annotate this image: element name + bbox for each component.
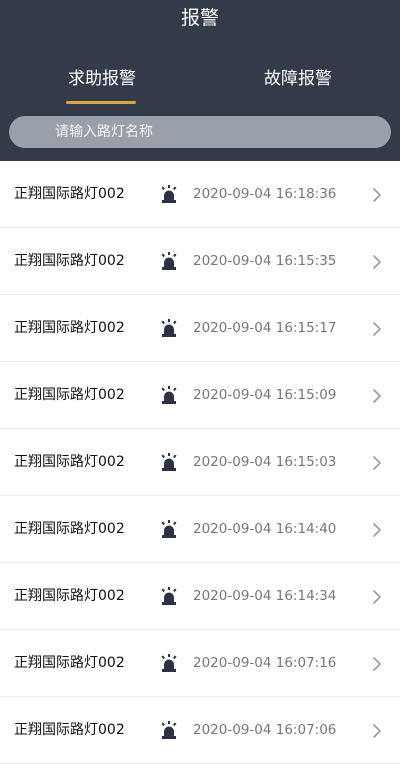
chevron-right-icon bbox=[373, 590, 381, 604]
list-item[interactable]: 正翔国际路灯002 2020-09-04 16:14:34 bbox=[0, 563, 400, 630]
page-title: 报警 bbox=[180, 7, 219, 29]
tab-help-alarm[interactable]: 求助报警 bbox=[50, 64, 154, 94]
search-box[interactable] bbox=[9, 116, 391, 148]
active-tab-indicator bbox=[66, 101, 136, 104]
alarm-list: 正翔国际路灯002 2020-09-04 16:18:36 正翔国际路灯002 … bbox=[0, 161, 400, 764]
alarm-time: 2020-09-04 16:15:03 bbox=[193, 454, 337, 470]
list-item[interactable]: 正翔国际路灯002 2020-09-04 16:18:36 bbox=[0, 161, 400, 228]
alarm-time: 2020-09-04 16:15:35 bbox=[193, 253, 337, 269]
chevron-right-icon bbox=[373, 322, 381, 336]
chevron-right-icon bbox=[373, 255, 381, 269]
list-item[interactable]: 正翔国际路灯002 2020-09-04 16:15:09 bbox=[0, 362, 400, 429]
streetlight-name: 正翔国际路灯002 bbox=[14, 521, 125, 537]
alarm-siren-icon bbox=[161, 185, 177, 203]
list-item[interactable]: 正翔国际路灯002 2020-09-04 16:14:40 bbox=[0, 496, 400, 563]
chevron-right-icon bbox=[373, 657, 381, 671]
list-item[interactable]: 正翔国际路灯002 2020-09-04 16:07:16 bbox=[0, 630, 400, 697]
streetlight-name: 正翔国际路灯002 bbox=[14, 722, 125, 738]
list-item[interactable]: 正翔国际路灯002 2020-09-04 16:15:03 bbox=[0, 429, 400, 496]
alarm-time: 2020-09-04 16:07:16 bbox=[193, 655, 337, 671]
chevron-right-icon bbox=[373, 523, 381, 537]
list-item[interactable]: 正翔国际路灯002 2020-09-04 16:15:17 bbox=[0, 295, 400, 362]
streetlight-name: 正翔国际路灯002 bbox=[14, 387, 125, 403]
streetlight-name: 正翔国际路灯002 bbox=[14, 655, 125, 671]
streetlight-name: 正翔国际路灯002 bbox=[14, 454, 125, 470]
streetlight-name: 正翔国际路灯002 bbox=[14, 186, 125, 202]
list-item[interactable]: 正翔国际路灯002 2020-09-04 16:07:06 bbox=[0, 697, 400, 764]
chevron-right-icon bbox=[373, 188, 381, 202]
alarm-time: 2020-09-04 16:07:06 bbox=[193, 722, 337, 738]
chevron-right-icon bbox=[373, 456, 381, 470]
streetlight-name: 正翔国际路灯002 bbox=[14, 588, 125, 604]
tab-fault-alarm[interactable]: 故障报警 bbox=[246, 64, 350, 94]
alarm-siren-icon bbox=[161, 453, 177, 471]
alarm-siren-icon bbox=[161, 520, 177, 538]
search-input[interactable] bbox=[55, 116, 375, 148]
chevron-right-icon bbox=[373, 724, 381, 738]
alarm-siren-icon bbox=[161, 654, 177, 672]
alarm-time: 2020-09-04 16:15:17 bbox=[193, 320, 337, 336]
alarm-siren-icon bbox=[161, 721, 177, 739]
alarm-time: 2020-09-04 16:14:40 bbox=[193, 521, 337, 537]
alarm-siren-icon bbox=[161, 587, 177, 605]
alarm-time: 2020-09-04 16:18:36 bbox=[193, 186, 337, 202]
chevron-right-icon bbox=[373, 389, 381, 403]
streetlight-name: 正翔国际路灯002 bbox=[14, 253, 125, 269]
list-item[interactable]: 正翔国际路灯002 2020-09-04 16:15:35 bbox=[0, 228, 400, 295]
alarm-time: 2020-09-04 16:14:34 bbox=[193, 588, 337, 604]
alarm-siren-icon bbox=[161, 386, 177, 404]
header-bar: 报警 求助报警 故障报警 bbox=[0, 0, 400, 161]
alarm-siren-icon bbox=[161, 252, 177, 270]
alarm-siren-icon bbox=[161, 319, 177, 337]
alarm-time: 2020-09-04 16:15:09 bbox=[193, 387, 337, 403]
streetlight-name: 正翔国际路灯002 bbox=[14, 320, 125, 336]
